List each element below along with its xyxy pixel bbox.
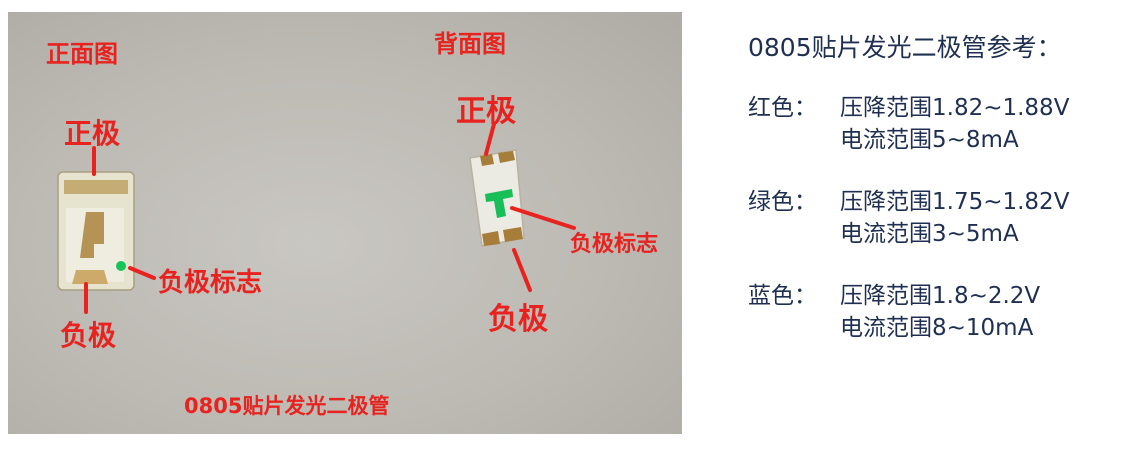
back-view-title: 背面图: [434, 30, 506, 58]
led-reference-panel: 0805贴片发光二极管参考： 红色： 压降范围1.82~1.88V 电流范围5~…: [748, 28, 1118, 374]
led-photo: 正面图 背面图 正极 负极 负极标志 正极 负极 负极标志 0805贴片发光二极…: [8, 12, 682, 434]
photo-caption: 0805贴片发光二极管: [184, 394, 390, 418]
back-negative-label: 负极: [488, 302, 548, 337]
back-led: [469, 149, 525, 247]
back-positive-label: 正极: [456, 94, 516, 129]
led-illustration: [57, 122, 576, 314]
spec-voltage: 压降范围1.8~2.2V: [840, 283, 1041, 309]
back-negative-mark-label: 负极标志: [570, 232, 659, 257]
front-view-title: 正面图: [46, 40, 118, 68]
spec-red: 红色： 压降范围1.82~1.88V 电流范围5~8mA: [748, 92, 1118, 156]
spec-current: 电流范围8~10mA: [840, 315, 1034, 341]
back-negative-line: [512, 248, 532, 292]
spec-current: 电流范围5~8mA: [840, 127, 1019, 153]
spec-voltage: 压降范围1.75~1.82V: [840, 189, 1070, 215]
front-positive-label: 正极: [64, 117, 121, 150]
spec-color-label: 蓝色：: [748, 283, 817, 309]
front-negative-mark-dot: [116, 261, 126, 271]
spec-green: 绿色： 压降范围1.75~1.82V 电流范围3~5mA: [748, 186, 1118, 250]
spec-current: 电流范围3~5mA: [840, 221, 1019, 247]
front-led: [57, 171, 135, 291]
front-negative-mark-label: 负极标志: [158, 268, 263, 298]
reference-title: 0805贴片发光二极管参考：: [748, 33, 1062, 62]
spec-color-label: 红色：: [748, 95, 817, 121]
front-negative-label: 负极: [60, 319, 117, 352]
spec-color-label: 绿色：: [748, 189, 817, 215]
spec-voltage: 压降范围1.82~1.88V: [840, 95, 1070, 121]
spec-blue: 蓝色： 压降范围1.8~2.2V 电流范围8~10mA: [748, 280, 1118, 344]
